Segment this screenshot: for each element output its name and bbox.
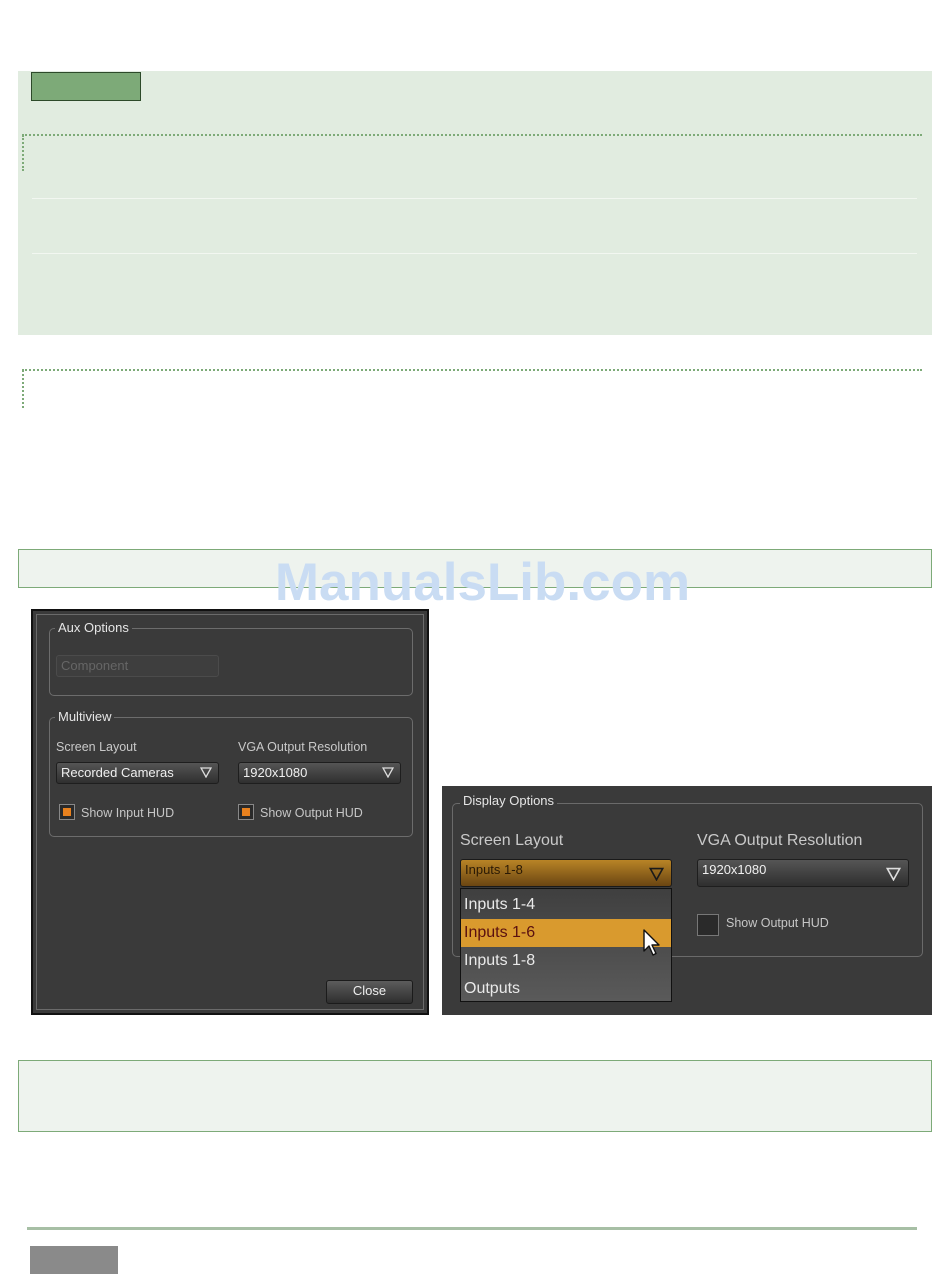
note-separator	[32, 198, 917, 199]
note-separator	[32, 253, 917, 254]
note-box	[18, 71, 932, 335]
option-inputs-1-4[interactable]: Inputs 1-4	[461, 891, 671, 919]
aux-output-dropdown[interactable]: Component	[56, 655, 219, 677]
zoom-vga-resolution-dropdown[interactable]: 1920x1080	[697, 859, 909, 887]
section-divider	[22, 369, 922, 371]
screen-layout-options-list: Inputs 1-4 Inputs 1-6 Inputs 1-8 Outputs	[460, 888, 672, 1002]
vga-resolution-dropdown[interactable]: 1920x1080	[238, 762, 401, 784]
chevron-down-icon	[649, 867, 664, 881]
note-tab	[31, 72, 141, 101]
chevron-down-icon	[886, 867, 901, 881]
checkbox-checked-mark	[63, 808, 71, 816]
chevron-down-icon	[382, 767, 394, 778]
zoom-show-output-hud-label: Show Output HUD	[726, 916, 829, 930]
zoom-show-output-hud-checkbox[interactable]	[697, 914, 719, 936]
zoom-screen-layout-label: Screen Layout	[460, 832, 564, 849]
note-divider-vertical	[22, 135, 24, 171]
show-input-hud-label: Show Input HUD	[81, 806, 175, 820]
watermark: ManualsLib.com	[274, 553, 691, 612]
option-inputs-1-6[interactable]: Inputs 1-6	[461, 919, 671, 947]
zoom-vga-resolution-value: 1920x1080	[702, 862, 767, 877]
show-input-hud-checkbox[interactable]	[59, 804, 75, 820]
note-divider	[22, 134, 922, 136]
multiview-label: Multiview	[55, 709, 115, 725]
vga-resolution-value: 1920x1080	[243, 765, 308, 780]
screen-layout-value: Recorded Cameras	[61, 765, 174, 780]
aux-options-label: Aux Options	[55, 620, 132, 636]
screen-layout-dropdown[interactable]: Recorded Cameras	[56, 762, 219, 784]
mouse-pointer-icon	[643, 929, 660, 956]
chevron-down-icon	[200, 767, 212, 778]
zoom-screen-layout-value: Inputs 1-8	[465, 862, 523, 877]
footer-rule	[27, 1227, 917, 1230]
display-options-label: Display Options	[460, 793, 558, 809]
zoom-vga-resolution-label: VGA Output Resolution	[697, 832, 863, 849]
option-outputs[interactable]: Outputs	[461, 975, 671, 1003]
show-output-hud-checkbox[interactable]	[238, 804, 254, 820]
screen-layout-label: Screen Layout	[56, 740, 137, 754]
zoom-screen-layout-dropdown[interactable]: Inputs 1-8	[460, 859, 672, 887]
section-divider-vertical	[22, 370, 24, 408]
bottom-note-box	[18, 1060, 932, 1132]
page-number-tab	[30, 1246, 118, 1274]
option-inputs-1-8[interactable]: Inputs 1-8	[461, 947, 671, 975]
aux-output-value: Component	[61, 658, 129, 673]
checkbox-checked-mark	[242, 808, 250, 816]
vga-resolution-label: VGA Output Resolution	[238, 740, 368, 754]
close-button[interactable]: Close	[326, 980, 413, 1004]
show-output-hud-label: Show Output HUD	[260, 806, 363, 820]
